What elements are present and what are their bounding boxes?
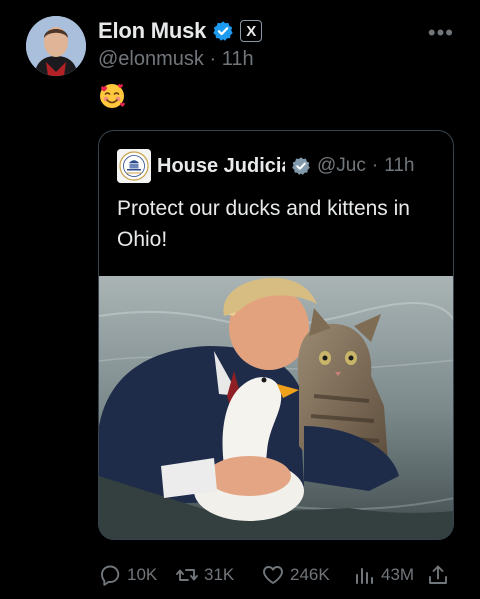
meta-separator: ·: [209, 48, 217, 70]
author-name[interactable]: Elon Musk: [98, 18, 206, 44]
gov-verified-badge-icon[interactable]: [291, 156, 311, 176]
reply-icon: [101, 565, 120, 586]
heart-icon: [263, 566, 283, 584]
post-actions-bar: 10K 31K 246K 43M: [98, 560, 458, 590]
quoted-author-name[interactable]: House Judicia: [157, 155, 285, 178]
post-time[interactable]: 11h: [222, 48, 254, 70]
more-options-icon[interactable]: •••: [428, 20, 454, 46]
repost-button[interactable]: 31K: [175, 560, 234, 590]
author-handle[interactable]: @elonmusk: [98, 48, 204, 70]
smiling-face-with-hearts-icon: [100, 84, 125, 108]
quoted-meta-separator: ·: [371, 155, 379, 176]
quoted-post-text: Protect our ducks and kittens in Ohio!: [117, 197, 410, 251]
reply-count: 10K: [127, 565, 158, 584]
share-button[interactable]: [426, 560, 450, 590]
like-button[interactable]: 246K: [261, 560, 330, 590]
verified-badge-icon[interactable]: [212, 20, 234, 42]
quoted-author-avatar[interactable]: [117, 149, 151, 183]
views-count: 43M: [381, 565, 415, 584]
quoted-post-card[interactable]: House Judicia @Juc · 11h Protect our duc…: [98, 130, 454, 540]
author-meta: @elonmusk · 11h: [98, 48, 254, 71]
repost-count: 31K: [204, 565, 235, 584]
quoted-post-photo[interactable]: [99, 276, 454, 540]
repost-icon: [176, 569, 198, 581]
reply-button[interactable]: 10K: [98, 560, 157, 590]
quoted-post-time[interactable]: 11h: [384, 155, 414, 177]
like-count: 246K: [290, 565, 330, 584]
avatar-image: [26, 16, 86, 76]
views-button[interactable]: 43M: [354, 560, 414, 590]
house-judiciary-seal-icon: [117, 149, 151, 183]
x-affiliate-badge-icon[interactable]: X: [240, 20, 263, 42]
views-chart-icon: [356, 568, 373, 584]
quoted-author-handle[interactable]: @Juc: [317, 155, 366, 177]
share-icon: [429, 565, 447, 584]
author-avatar[interactable]: [26, 16, 86, 76]
